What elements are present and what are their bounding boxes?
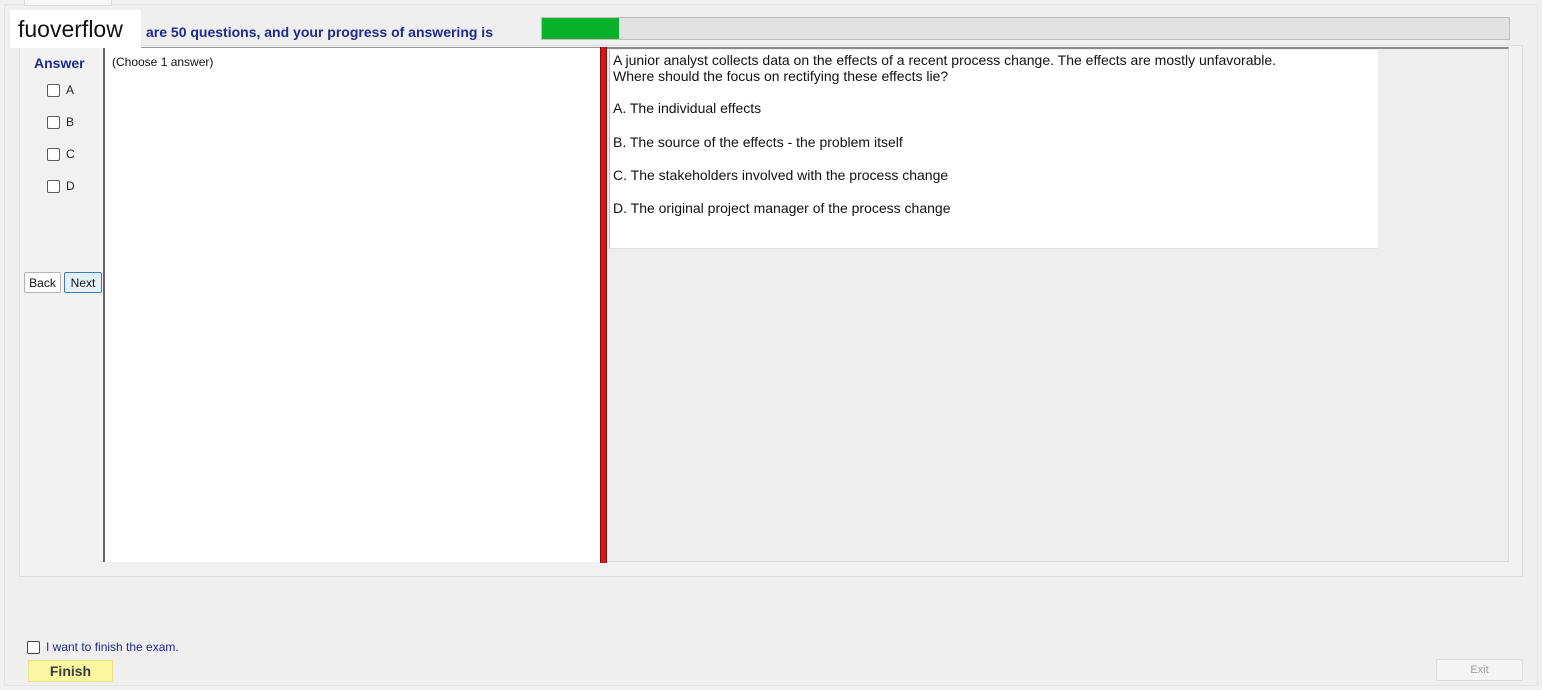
question-option-b: B. The source of the effects - the probl… <box>613 134 903 150</box>
instructions-text: (Choose 1 answer) <box>112 55 214 69</box>
choice-label: B <box>66 115 75 129</box>
next-button[interactable]: Next <box>64 272 102 293</box>
top-tab[interactable] <box>24 0 112 6</box>
checkbox[interactable] <box>47 179 60 193</box>
choice-label: D <box>66 179 75 193</box>
question-stem-line-1: A junior analyst collects data on the ef… <box>613 52 1277 68</box>
question-box: A junior analyst collects data on the ef… <box>609 50 1378 249</box>
checkbox[interactable] <box>47 147 60 161</box>
finish-button[interactable]: Finish <box>28 660 113 682</box>
question-option-d: D. The original project manager of the p… <box>613 200 951 216</box>
finish-exam-label: I want to finish the exam. <box>46 640 179 654</box>
watermark: fuoverflow <box>10 10 141 48</box>
progress-bar-fill <box>542 18 620 39</box>
question-stem-line-2: Where should the focus on rectifying the… <box>613 68 949 84</box>
choice-b[interactable]: B <box>47 114 74 130</box>
choice-label: A <box>66 83 75 97</box>
exit-button[interactable]: Exit <box>1436 659 1523 681</box>
question-option-a: A. The individual effects <box>613 100 762 116</box>
checkbox[interactable] <box>47 83 60 97</box>
back-button[interactable]: Back <box>24 272 61 293</box>
choice-a[interactable]: A <box>47 82 74 98</box>
instructions-pane: (Choose 1 answer) <box>103 47 601 562</box>
progress-text: are 50 questions, and your progress of a… <box>146 24 493 40</box>
pane-splitter[interactable] <box>600 47 607 563</box>
finish-exam-checkbox[interactable]: I want to finish the exam. <box>27 640 179 654</box>
question-option-c: C. The stakeholders involved with the pr… <box>613 167 949 183</box>
answer-label: Answer <box>34 55 85 71</box>
choice-c[interactable]: C <box>47 146 75 162</box>
checkbox[interactable] <box>27 640 40 654</box>
choice-d[interactable]: D <box>47 178 75 194</box>
choice-label: C <box>66 147 75 161</box>
progress-bar <box>541 17 1510 40</box>
checkbox[interactable] <box>47 115 60 129</box>
